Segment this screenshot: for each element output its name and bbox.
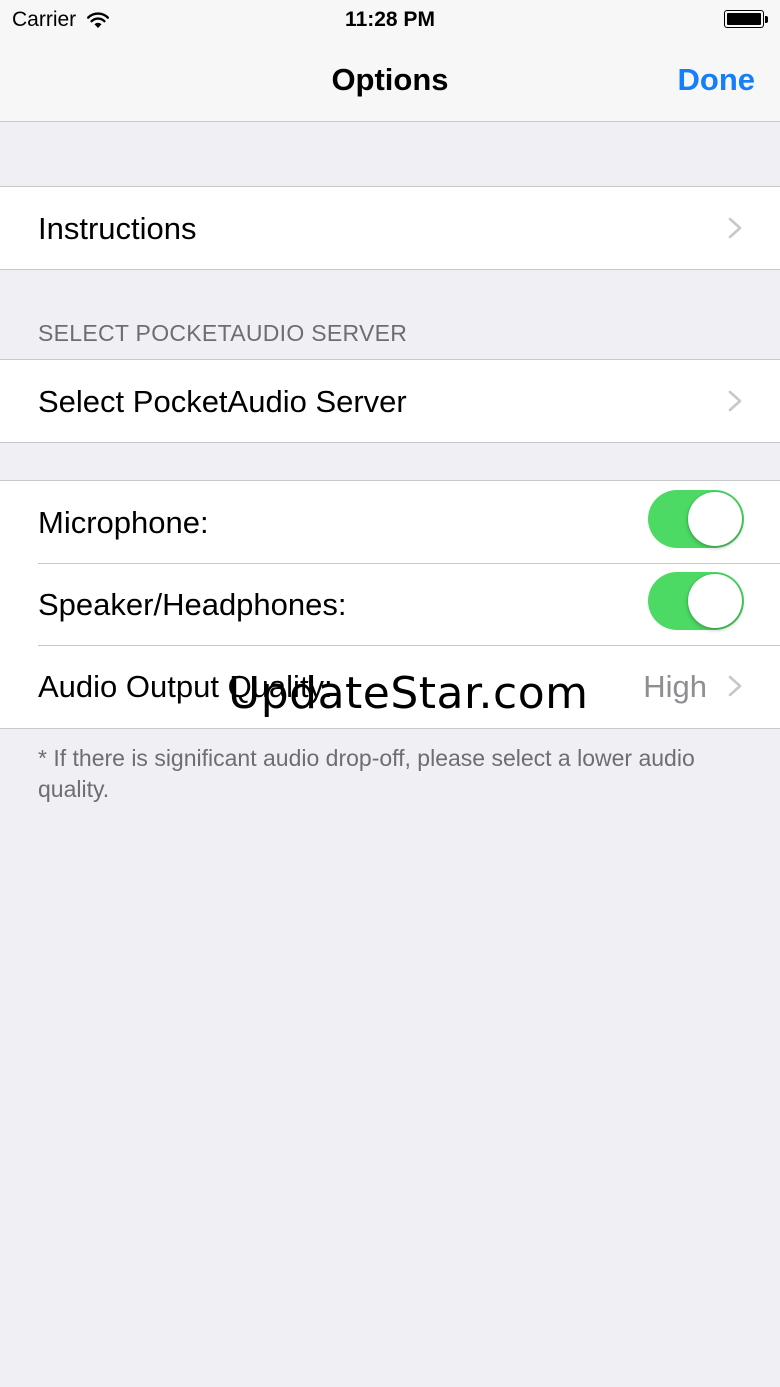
audio-quality-cell[interactable]: Audio Output Quality: High [0, 645, 780, 727]
chevron-right-icon [728, 390, 742, 412]
instructions-cell[interactable]: Instructions [0, 187, 780, 269]
speaker-toggle[interactable] [648, 572, 744, 630]
speaker-cell: Speaker/Headphones: [0, 563, 780, 645]
select-server-cell[interactable]: Select PocketAudio Server [0, 360, 780, 442]
microphone-cell: Microphone: [0, 481, 780, 563]
speaker-label: Speaker/Headphones: [38, 587, 347, 622]
microphone-label: Microphone: [38, 505, 209, 540]
server-group: Select PocketAudio Server [0, 359, 780, 443]
audio-quality-footnote: * If there is significant audio drop-off… [38, 745, 695, 802]
status-bar: Carrier 11:28 PM [0, 0, 780, 40]
select-server-label: Select PocketAudio Server [38, 384, 407, 419]
page-title: Options [331, 62, 449, 97]
chevron-right-icon [728, 675, 742, 697]
navigation-bar: Options Done [0, 40, 780, 122]
toggle-knob [688, 574, 742, 628]
chevron-right-icon [728, 217, 742, 239]
microphone-toggle[interactable] [648, 490, 744, 548]
audio-settings-group: Microphone: Speaker/Headphones: Audio Ou… [0, 480, 780, 729]
instructions-group: Instructions [0, 186, 780, 270]
battery-icon [724, 10, 770, 30]
audio-quality-label: Audio Output Quality: [38, 669, 333, 704]
audio-quality-value: High [643, 669, 707, 704]
toggle-knob [688, 492, 742, 546]
instructions-label: Instructions [38, 211, 197, 246]
section-header-server: SELECT POCKETAUDIO SERVER [38, 320, 408, 346]
status-time: 11:28 PM [345, 8, 435, 31]
done-button[interactable]: Done [678, 62, 756, 98]
